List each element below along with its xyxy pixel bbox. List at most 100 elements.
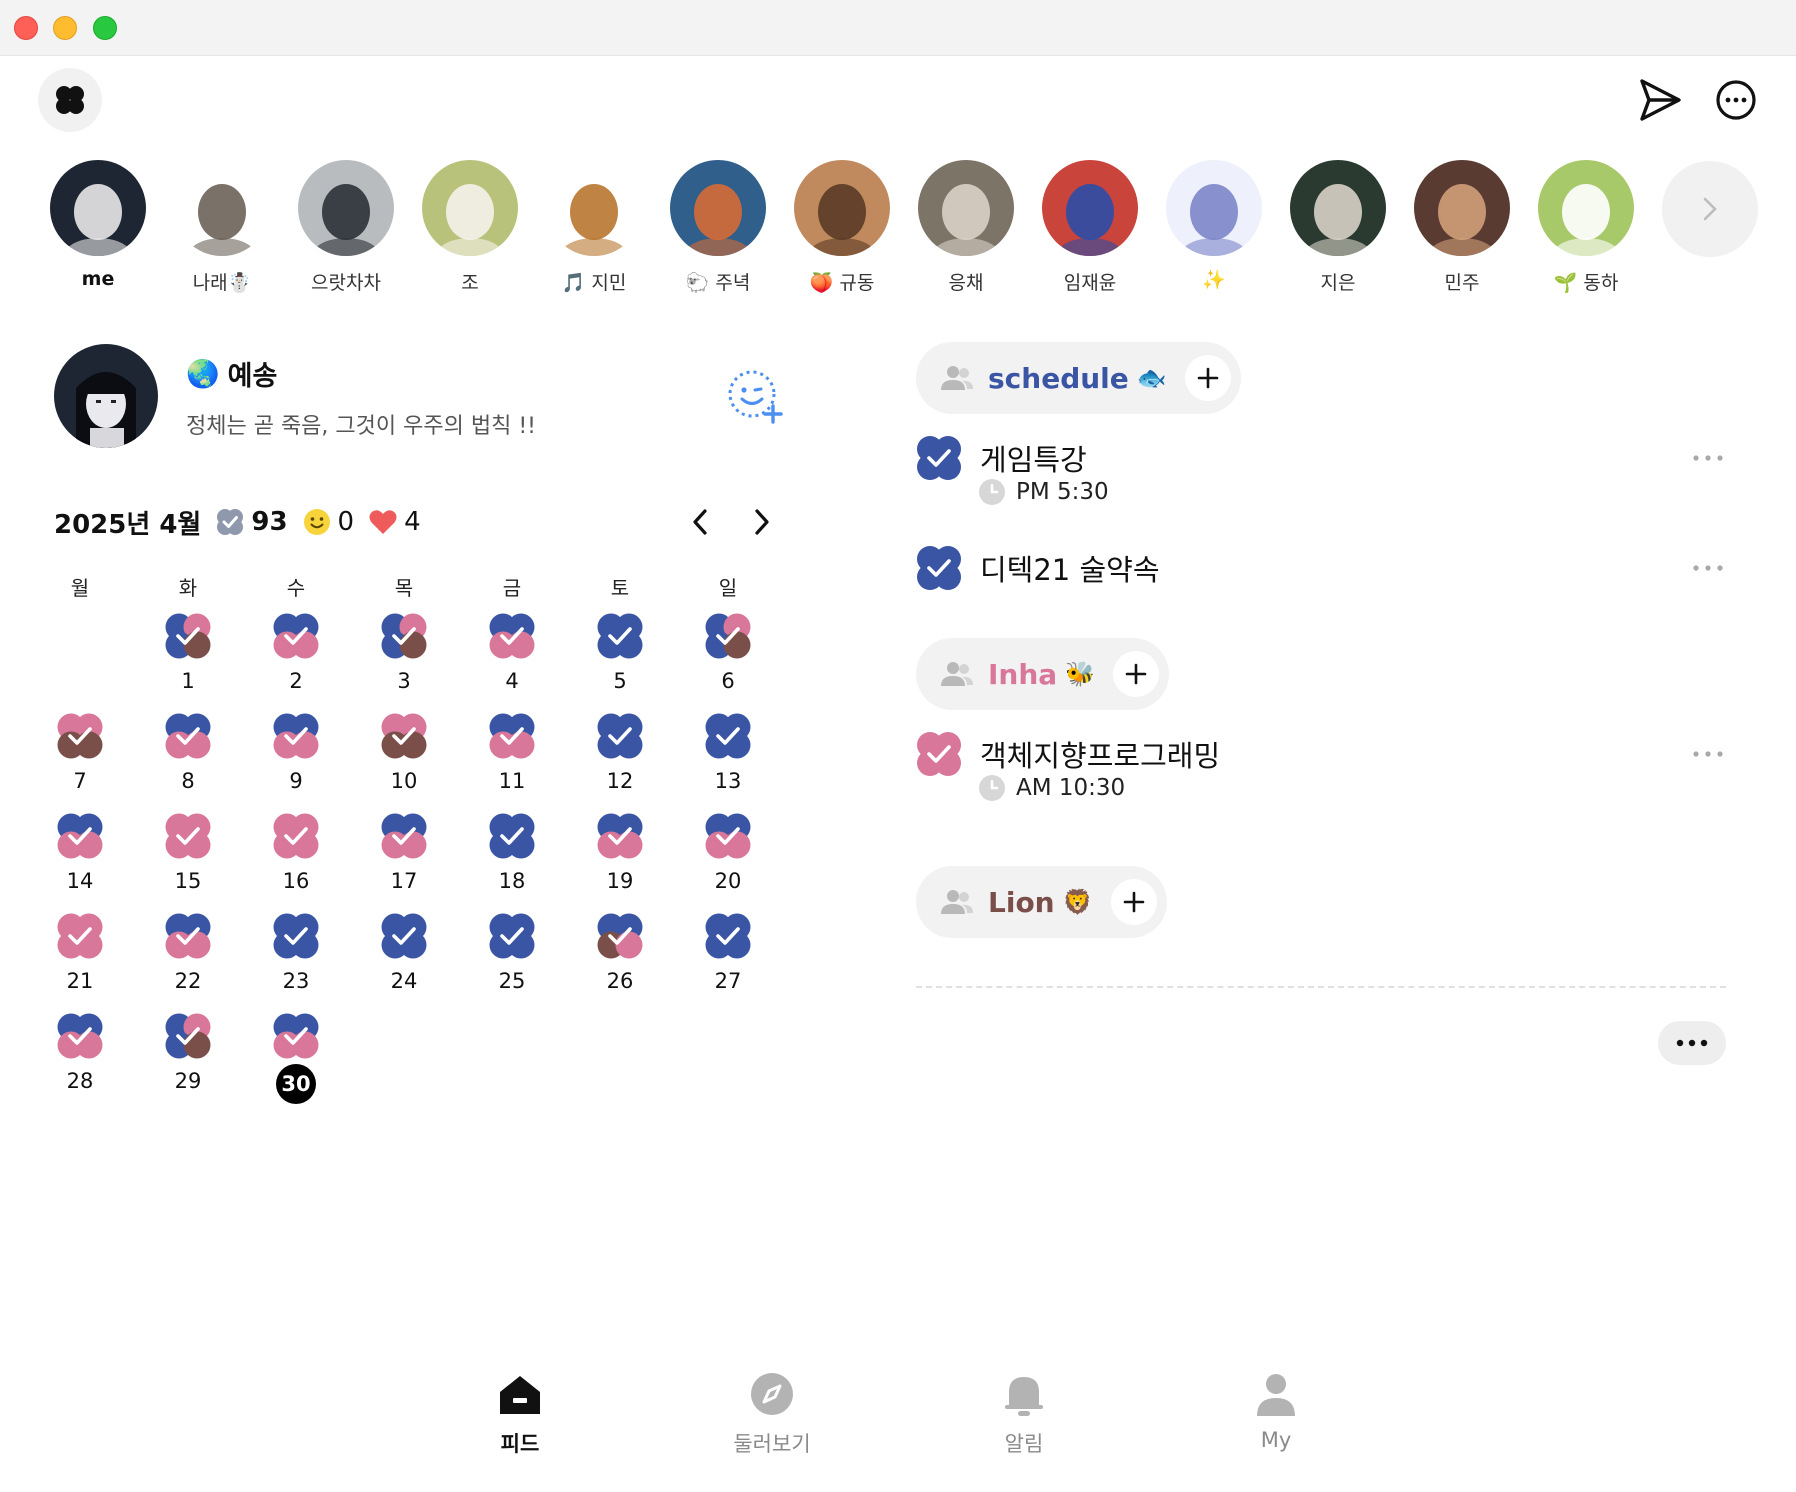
friend-item[interactable]: ✨ xyxy=(1154,160,1274,300)
calendar-day[interactable]: 21 xyxy=(26,912,134,1012)
calendar-day[interactable]: 6 xyxy=(674,612,782,712)
calendar-day[interactable]: 11 xyxy=(458,712,566,812)
friend-item[interactable]: 응채 xyxy=(906,160,1026,300)
close-window-button[interactable] xyxy=(14,16,38,40)
compass-icon xyxy=(751,1373,793,1415)
friend-item[interactable]: 민주 xyxy=(1402,160,1522,300)
day-clover-check-icon xyxy=(597,913,643,959)
friend-name: 임재윤 xyxy=(1063,272,1117,294)
nav-tab-person[interactable]: My xyxy=(1216,1370,1336,1470)
friend-item[interactable]: 🎵 지민 xyxy=(534,160,654,300)
calendar-day[interactable]: 1 xyxy=(134,612,242,712)
calendar-day[interactable]: 8 xyxy=(134,712,242,812)
day-number: 4 xyxy=(505,669,519,693)
profile-avatar[interactable] xyxy=(54,344,158,448)
calendar-day[interactable]: 7 xyxy=(26,712,134,812)
add-todo-button[interactable] xyxy=(1113,651,1160,697)
calendar-day[interactable]: 29 xyxy=(134,1012,242,1112)
day-clover-check-icon xyxy=(165,713,211,759)
group-pill-schedule[interactable]: schedule 🐟 xyxy=(916,342,1241,414)
friend-avatar-image xyxy=(1414,160,1510,256)
friend-item[interactable]: 지은 xyxy=(1278,160,1398,300)
calendar-day[interactable]: 4 xyxy=(458,612,566,712)
calendar-day[interactable]: 22 xyxy=(134,912,242,1012)
clover-check-icon xyxy=(917,732,961,776)
nav-tab-home[interactable]: 피드 xyxy=(460,1370,580,1470)
zoom-window-button[interactable] xyxy=(93,16,117,40)
friend-avatar xyxy=(670,160,766,256)
friend-item[interactable]: me xyxy=(38,160,158,300)
friend-name: 으랏차차 xyxy=(311,272,381,294)
add-todo-button[interactable] xyxy=(1184,355,1231,401)
minimize-window-button[interactable] xyxy=(53,16,77,40)
calendar-day[interactable]: 19 xyxy=(566,812,674,912)
todo-more-button[interactable] xyxy=(1692,744,1724,764)
app-logo-button[interactable] xyxy=(38,68,102,132)
calendar-day[interactable]: 18 xyxy=(458,812,566,912)
app-window: me 나래☃️ 으랏차차 조 🎵 지민 🐑 주녁 🍑 규동 응채 임재윤 ✨ 지은 민주 🌱 동하 🌏 … xyxy=(0,0,1796,1492)
ellipsis-icon xyxy=(1676,1039,1708,1047)
calendar-day[interactable]: 26 xyxy=(566,912,674,1012)
calendar-day[interactable]: 9 xyxy=(242,712,350,812)
friend-avatar-image xyxy=(1042,160,1138,256)
group-pill-inha[interactable]: Inha 🐝 xyxy=(916,638,1170,710)
friend-item[interactable]: 🌱 동하 xyxy=(1526,160,1646,300)
todo-checkbox[interactable] xyxy=(916,545,962,591)
friend-item[interactable]: 나래☃️ xyxy=(162,160,282,300)
calendar-day[interactable]: 3 xyxy=(350,612,458,712)
send-button[interactable] xyxy=(1634,74,1686,126)
calendar-day[interactable]: 24 xyxy=(350,912,458,1012)
day-number: 7 xyxy=(73,769,87,793)
group-pill-lion[interactable]: Lion 🦁 xyxy=(916,866,1167,938)
friends-next-button[interactable] xyxy=(1662,161,1758,257)
todo-time: AM 10:30 xyxy=(978,773,1125,803)
friend-avatar-image xyxy=(546,160,642,256)
calendar-day[interactable]: 23 xyxy=(242,912,350,1012)
calendar-day[interactable]: 16 xyxy=(242,812,350,912)
friends-row: me 나래☃️ 으랏차차 조 🎵 지민 🐑 주녁 🍑 규동 응채 임재윤 ✨ 지은 민주 🌱 동하 xyxy=(38,160,1758,300)
friend-item[interactable]: 🐑 주녁 xyxy=(658,160,778,300)
more-todos-button[interactable] xyxy=(1658,1021,1726,1065)
more-options-button[interactable] xyxy=(1710,74,1762,126)
friend-name: 민주 xyxy=(1444,272,1480,294)
friend-item[interactable]: 조 xyxy=(410,160,530,300)
friend-name: me xyxy=(81,268,115,290)
calendar-day[interactable]: 27 xyxy=(674,912,782,1012)
calendar-day[interactable]: 12 xyxy=(566,712,674,812)
friend-name: 🎵 지민 xyxy=(561,272,627,294)
calendar-day[interactable]: 14 xyxy=(26,812,134,912)
next-month-button[interactable] xyxy=(742,502,782,542)
calendar-day[interactable]: 25 xyxy=(458,912,566,1012)
friend-item[interactable]: 임재윤 xyxy=(1030,160,1150,300)
clover-check-icon xyxy=(917,546,961,590)
calendar-day[interactable]: 2 xyxy=(242,612,350,712)
previous-month-button[interactable] xyxy=(680,502,720,542)
friend-item[interactable]: 으랏차차 xyxy=(286,160,406,300)
friend-avatar xyxy=(422,160,518,256)
nav-tab-compass[interactable]: 둘러보기 xyxy=(712,1370,832,1470)
add-emoji-button[interactable] xyxy=(726,368,784,426)
day-number: 8 xyxy=(181,769,195,793)
friend-avatar xyxy=(918,160,1014,256)
todo-more-button[interactable] xyxy=(1692,558,1724,578)
todo-checkbox[interactable] xyxy=(916,731,962,777)
calendar-day[interactable]: 5 xyxy=(566,612,674,712)
day-number: 23 xyxy=(282,969,310,993)
todo-more-button[interactable] xyxy=(1692,448,1724,468)
calendar-day[interactable]: 30 xyxy=(242,1012,350,1112)
add-todo-button[interactable] xyxy=(1110,879,1157,925)
friend-avatar xyxy=(794,160,890,256)
calendar-day[interactable]: 15 xyxy=(134,812,242,912)
nav-tab-bell[interactable]: 알림 xyxy=(964,1370,1084,1470)
weekday-label: 수 xyxy=(286,576,306,600)
chevron-left-icon xyxy=(693,509,707,535)
calendar-day[interactable]: 10 xyxy=(350,712,458,812)
calendar-day[interactable]: 20 xyxy=(674,812,782,912)
calendar-day[interactable]: 17 xyxy=(350,812,458,912)
friend-item[interactable]: 🍑 규동 xyxy=(782,160,902,300)
calendar-day[interactable]: 28 xyxy=(26,1012,134,1112)
nav-label: My xyxy=(1260,1428,1292,1452)
calendar-day[interactable]: 13 xyxy=(674,712,782,812)
todo-checkbox[interactable] xyxy=(916,435,962,481)
heart-count: 4 xyxy=(404,507,421,537)
